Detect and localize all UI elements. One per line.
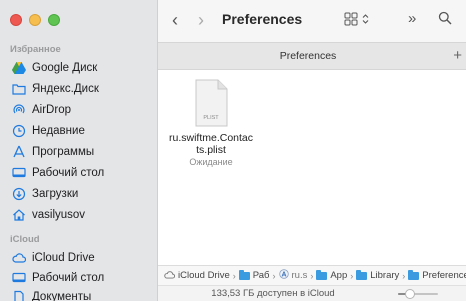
sidebar-item-label: Рабочий стол [32,272,105,284]
file-name-line1: ru.swiftme.Contac [168,132,254,144]
new-tab-button[interactable]: + [453,47,462,64]
file-name: ru.swiftme.Contac ts.plist [158,132,264,156]
file-type-label: PLIST [203,115,219,121]
apps-icon [12,145,26,159]
sidebar-item-label: Программы [32,146,95,158]
storage-status: 133,53 ГБ доступен в iCloud [211,288,335,299]
tab-bar: Preferences + [158,42,466,70]
icloud-header: iCloud [10,234,40,245]
path-segment-preferences[interactable]: Preferences [408,269,466,281]
plist-file-icon: PLIST [191,78,231,128]
back-button[interactable]: ‹ [172,10,178,30]
sidebar-item-downloads[interactable]: Загрузки [6,184,154,204]
path-label: Library [370,270,400,281]
cloud-icon [164,270,176,282]
sidebar-item-recents[interactable]: Недавние [6,121,154,141]
folder-icon [238,269,250,280]
sidebar-item-label: vasilyusov [32,209,86,221]
forward-button[interactable]: › [198,10,204,30]
window-controls [10,14,60,26]
sidebar-item-google-drive[interactable]: Google Диск [6,58,154,78]
download-icon [12,187,26,201]
path-segment-desktop[interactable]: Раб [238,269,270,281]
view-mode-button[interactable] [344,12,369,29]
grid-icon [344,12,358,29]
chevron-updown-icon [362,13,369,28]
sidebar: Избранное Google Диск Яндекс.Диск AirDro… [0,0,158,301]
path-segment-library[interactable]: Library [356,269,400,281]
document-icon [12,290,26,301]
sidebar-item-label: Рабочий стол [32,167,105,179]
sidebar-item-airdrop[interactable]: AirDrop [6,100,154,120]
folder-icon [12,82,26,96]
path-separator: › [232,270,236,281]
finder-window: Избранное Google Диск Яндекс.Диск AirDro… [0,0,466,301]
folder-icon [356,269,368,280]
app-icon [278,269,289,282]
sidebar-item-label: iCloud Drive [32,252,95,264]
file-browser-area: PLIST ru.swiftme.Contac ts.plist Ожидани… [158,70,466,265]
sidebar-item-label: Недавние [32,125,85,137]
sidebar-item-label: AirDrop [32,104,71,116]
zoom-window-button[interactable] [48,14,60,26]
sidebar-item-desktop[interactable]: Рабочий стол [6,163,154,183]
favorites-header: Избранное [10,44,61,55]
toolbar: ‹ › Preferences » [158,0,466,42]
sidebar-item-label: Загрузки [32,188,79,200]
sidebar-item-documents[interactable]: Документы [6,287,154,301]
path-label: Раб [252,270,270,281]
cloud-icon [12,251,26,265]
status-bar: 133,53 ГБ доступен в iCloud [158,285,466,301]
path-separator: › [272,270,276,281]
sidebar-item-applications[interactable]: Программы [6,142,154,162]
clock-icon [12,124,26,138]
path-label: Preferences [422,270,466,281]
path-separator: › [350,270,354,281]
minimize-window-button[interactable] [29,14,41,26]
more-toolbar-button[interactable]: » [408,10,416,27]
path-segment-icloud-drive[interactable]: iCloud Drive [164,270,230,282]
path-separator: › [310,270,314,281]
path-separator: › [402,270,406,281]
folder-icon [408,269,420,280]
sidebar-item-label: Яндекс.Диск [32,83,99,95]
path-label: App [330,270,348,281]
search-icon[interactable] [438,11,452,28]
file-item[interactable]: PLIST ru.swiftme.Contac ts.plist Ожидани… [158,78,264,167]
tab-preferences[interactable]: Preferences [158,50,458,62]
sidebar-item-yandex-disk[interactable]: Яндекс.Диск [6,79,154,99]
file-name-line2: ts.plist [196,144,226,156]
window-title: Preferences [222,11,303,27]
icon-size-slider[interactable] [398,289,438,299]
sidebar-item-label: Google Диск [32,62,98,74]
desktop-icon [12,271,26,285]
folder-icon [316,269,328,280]
path-segment-app[interactable]: ru.s [278,269,308,282]
airdrop-icon [12,103,26,117]
home-icon [12,208,26,222]
path-label: iCloud Drive [178,270,230,281]
sidebar-item-home[interactable]: vasilyusov [6,205,154,225]
slider-knob[interactable] [405,289,415,299]
sidebar-item-icloud-desktop[interactable]: Рабочий стол [6,268,154,288]
sidebar-item-label: Документы [32,291,92,301]
path-segment-application-support[interactable]: App [316,269,348,281]
sidebar-item-icloud-drive[interactable]: iCloud Drive [6,248,154,268]
close-window-button[interactable] [10,14,22,26]
path-bar: iCloud Drive › Раб › ru.s › App › Librar… [158,265,466,285]
file-status: Ожидание [189,157,233,167]
desktop-icon [12,166,26,180]
path-label: ru.s [291,270,308,281]
google-drive-icon [12,61,26,75]
